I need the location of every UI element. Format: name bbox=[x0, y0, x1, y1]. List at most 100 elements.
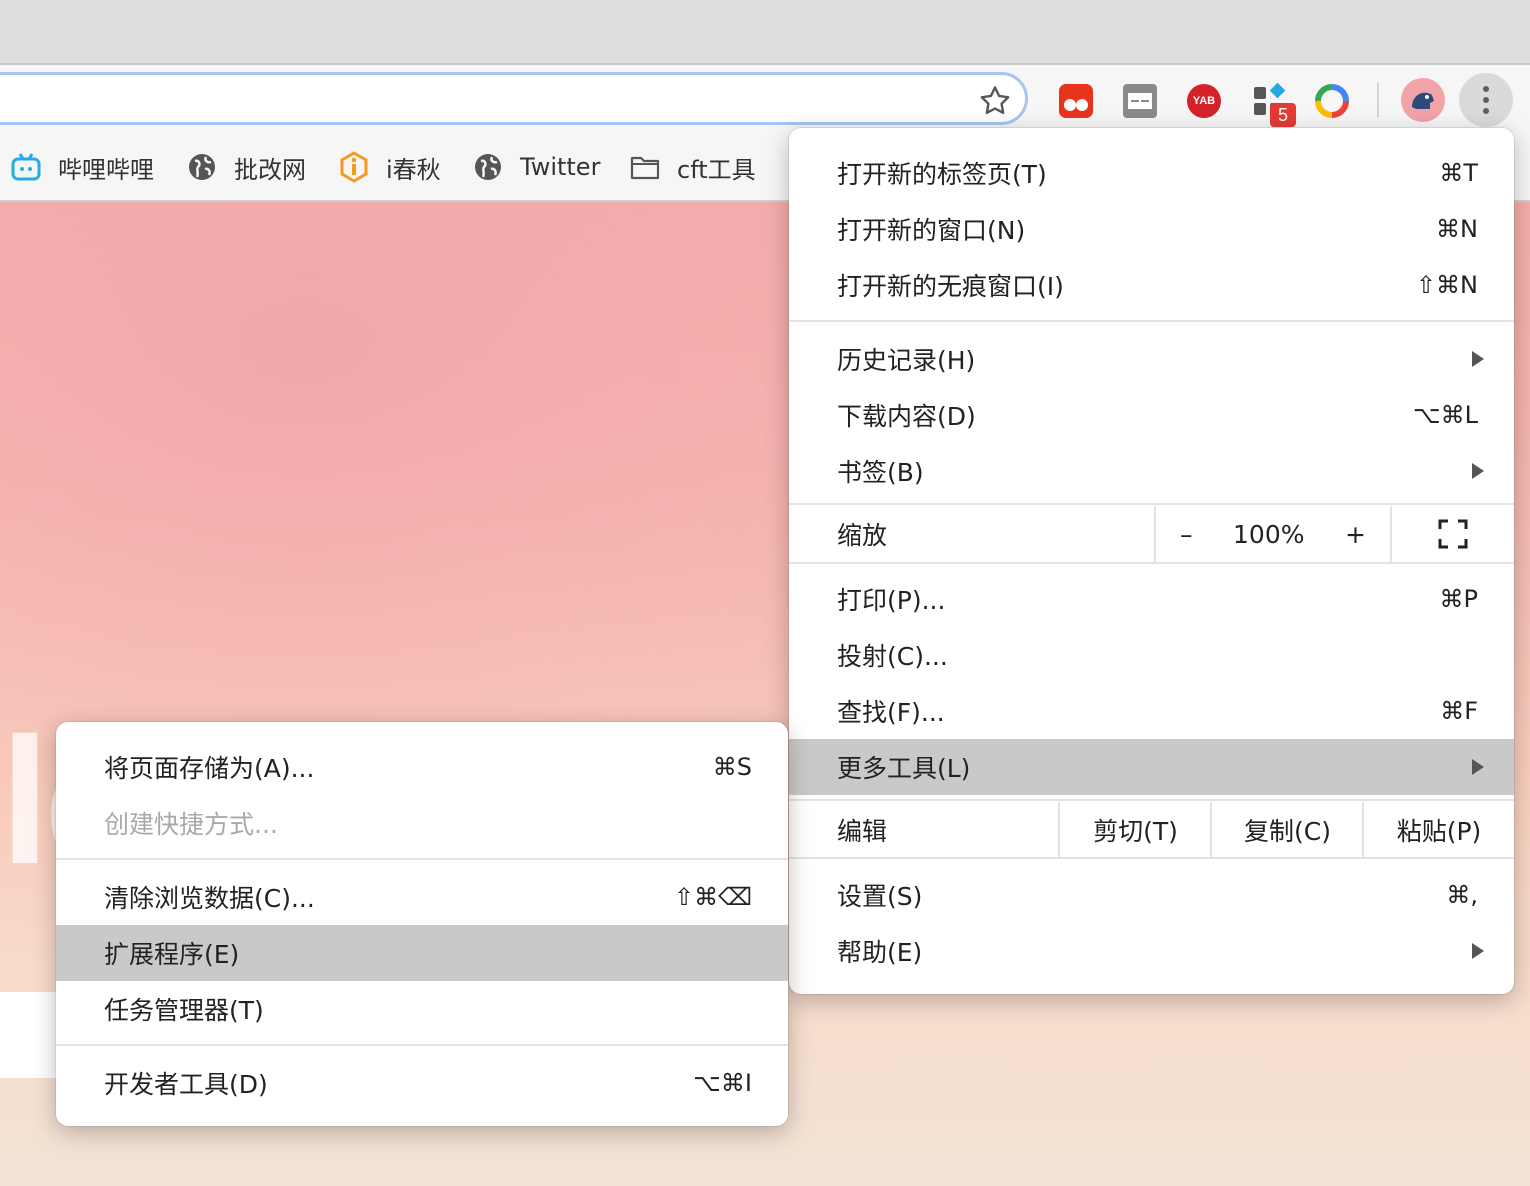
bookmark-folder-cft[interactable]: cft工具 bbox=[629, 147, 756, 187]
menu-item-bookmarks[interactable]: 书签(B) bbox=[789, 443, 1514, 499]
zoom-level: 100% bbox=[1233, 519, 1305, 549]
submenu-arrow-icon bbox=[1472, 463, 1484, 479]
menu-item-label: 打开新的窗口(N) bbox=[837, 216, 1026, 245]
menu-item-shortcut: ⌥⌘L bbox=[1412, 401, 1478, 429]
menu-item-shortcut: ⌘N bbox=[1436, 215, 1478, 243]
submenu-arrow-icon bbox=[1472, 943, 1484, 959]
menu-item-label: 打印(P)... bbox=[837, 586, 946, 615]
bookmark-label: cft工具 bbox=[677, 155, 756, 184]
menu-item-label: 更多工具(L) bbox=[837, 754, 971, 783]
menu-separator bbox=[789, 562, 1514, 564]
menu-item-developer-tools[interactable]: 开发者工具(D) ⌥⌘I bbox=[56, 1055, 788, 1111]
zoom-label: 缩放 bbox=[837, 521, 888, 550]
menu-item-history[interactable]: 历史记录(H) bbox=[789, 331, 1514, 387]
menu-item-create-shortcut: 创建快捷方式... bbox=[56, 795, 788, 851]
subtitle-extension-icon[interactable] bbox=[1120, 81, 1160, 121]
menu-item-cast[interactable]: 投射(C)... bbox=[789, 627, 1514, 683]
menu-item-label: 打开新的无痕窗口(I) bbox=[837, 272, 1064, 301]
zoom-controls: – 100% + bbox=[1154, 506, 1390, 562]
menu-item-label: 开发者工具(D) bbox=[104, 1070, 268, 1099]
bookmark-ichunqiu[interactable]: i春秋 bbox=[338, 147, 441, 187]
menu-item-task-manager[interactable]: 任务管理器(T) bbox=[56, 981, 788, 1037]
cut-label: 剪切(T) bbox=[1093, 817, 1178, 846]
copy-button[interactable]: 复制(C) bbox=[1210, 802, 1363, 858]
menu-item-shortcut: ⇧⌘⌫ bbox=[673, 883, 752, 911]
menu-item-label: 下载内容(D) bbox=[837, 402, 976, 431]
menu-item-label: 任务管理器(T) bbox=[104, 996, 264, 1025]
toolbar: YAB bbox=[0, 65, 1530, 135]
bookmark-pigai[interactable]: 批改网 bbox=[186, 147, 306, 187]
menu-separator bbox=[789, 799, 1514, 801]
menu-item-label: 帮助(E) bbox=[837, 938, 923, 967]
menu-item-label: 历史记录(H) bbox=[837, 346, 976, 375]
menu-item-extensions[interactable]: 扩展程序(E) bbox=[56, 925, 788, 981]
globe-icon bbox=[189, 154, 215, 180]
submenu-arrow-icon bbox=[1472, 351, 1484, 367]
menu-item-shortcut: ⌘S bbox=[712, 753, 752, 781]
menu-item-help[interactable]: 帮助(E) bbox=[789, 923, 1514, 979]
menu-item-shortcut: ⌘P bbox=[1439, 585, 1478, 613]
profile-avatar[interactable] bbox=[1400, 77, 1446, 123]
bookmark-label: Twitter bbox=[520, 153, 601, 181]
address-bar[interactable] bbox=[0, 72, 1028, 125]
menu-item-new-incognito-window[interactable]: 打开新的无痕窗口(I) ⇧⌘N bbox=[789, 257, 1514, 313]
more-tools-submenu: 将页面存储为(A)... ⌘S 创建快捷方式... 清除浏览数据(C)... ⇧… bbox=[56, 722, 788, 1126]
menu-item-shortcut: ⌘F bbox=[1440, 697, 1478, 725]
menu-item-label: 打开新的标签页(T) bbox=[837, 160, 1047, 189]
menu-item-find[interactable]: 查找(F)... ⌘F bbox=[789, 683, 1514, 739]
paste-button[interactable]: 粘贴(P) bbox=[1362, 802, 1514, 858]
menu-item-clear-browsing-data[interactable]: 清除浏览数据(C)... ⇧⌘⌫ bbox=[56, 869, 788, 925]
toolbar-separator bbox=[1377, 83, 1379, 117]
menu-item-label: 设置(S) bbox=[837, 882, 923, 911]
menu-item-more-tools[interactable]: 更多工具(L) bbox=[789, 739, 1514, 795]
menu-item-downloads[interactable]: 下载内容(D) ⌥⌘L bbox=[789, 387, 1514, 443]
bookmark-label: 批改网 bbox=[234, 155, 306, 184]
menu-dot-icon bbox=[1483, 108, 1489, 114]
menu-item-save-page-as[interactable]: 将页面存储为(A)... ⌘S bbox=[56, 739, 788, 795]
color-ring-extension-icon[interactable] bbox=[1312, 81, 1352, 121]
yab-label: YAB bbox=[1192, 95, 1216, 107]
fullscreen-button[interactable] bbox=[1390, 506, 1514, 562]
zoom-out-button[interactable]: – bbox=[1180, 520, 1193, 549]
menu-item-shortcut: ⇧⌘N bbox=[1415, 271, 1478, 299]
chrome-menu-button[interactable] bbox=[1459, 73, 1513, 127]
menu-separator bbox=[56, 858, 788, 860]
edit-row: 编辑 剪切(T) 复制(C) 粘贴(P) bbox=[789, 802, 1514, 858]
cut-button[interactable]: 剪切(T) bbox=[1058, 802, 1211, 858]
menu-separator bbox=[789, 320, 1514, 322]
menu-item-label: 查找(F)... bbox=[837, 698, 945, 727]
zoom-row: 缩放 – 100% + bbox=[789, 506, 1514, 562]
menu-item-label: 扩展程序(E) bbox=[104, 940, 240, 969]
menu-item-new-tab[interactable]: 打开新的标签页(T) ⌘T bbox=[789, 145, 1514, 201]
menu-item-print[interactable]: 打印(P)... ⌘P bbox=[789, 571, 1514, 627]
bookmark-star-icon[interactable] bbox=[977, 83, 1013, 119]
menu-item-label: 投射(C)... bbox=[837, 642, 948, 671]
copy-label: 复制(C) bbox=[1244, 817, 1331, 846]
menu-item-label: 书签(B) bbox=[837, 458, 924, 487]
tab-strip bbox=[0, 0, 1530, 65]
globe-icon bbox=[475, 154, 501, 180]
menu-item-label: 创建快捷方式... bbox=[104, 810, 278, 839]
menu-item-label: 将页面存储为(A)... bbox=[104, 754, 315, 783]
menu-item-new-window[interactable]: 打开新的窗口(N) ⌘N bbox=[789, 201, 1514, 257]
menu-item-shortcut: ⌘, bbox=[1446, 881, 1478, 909]
submenu-arrow-icon bbox=[1472, 759, 1484, 775]
folder-icon bbox=[630, 156, 660, 180]
edit-label: 编辑 bbox=[837, 817, 888, 846]
menu-item-shortcut: ⌘T bbox=[1439, 159, 1478, 187]
paste-label: 粘贴(P) bbox=[1396, 817, 1482, 846]
menu-separator bbox=[789, 503, 1514, 505]
menu-dot-icon bbox=[1483, 97, 1489, 103]
zoom-in-button[interactable]: + bbox=[1345, 520, 1366, 549]
bilibili-icon bbox=[11, 153, 41, 181]
menu-item-settings[interactable]: 设置(S) ⌘, bbox=[789, 867, 1514, 923]
menu-item-shortcut: ⌥⌘I bbox=[693, 1069, 752, 1097]
extension-badge-count: 5 bbox=[1270, 103, 1296, 127]
bookmark-label: 哔哩哔哩 bbox=[58, 155, 154, 184]
yab-extension-icon[interactable]: YAB bbox=[1184, 81, 1224, 121]
menu-separator bbox=[56, 1044, 788, 1046]
bookmark-twitter[interactable]: Twitter bbox=[472, 147, 600, 187]
bookmark-label: i春秋 bbox=[386, 155, 441, 184]
tampermonkey-icon[interactable] bbox=[1056, 81, 1096, 121]
bookmark-bilibili[interactable]: 哔哩哔哩 bbox=[10, 147, 154, 187]
